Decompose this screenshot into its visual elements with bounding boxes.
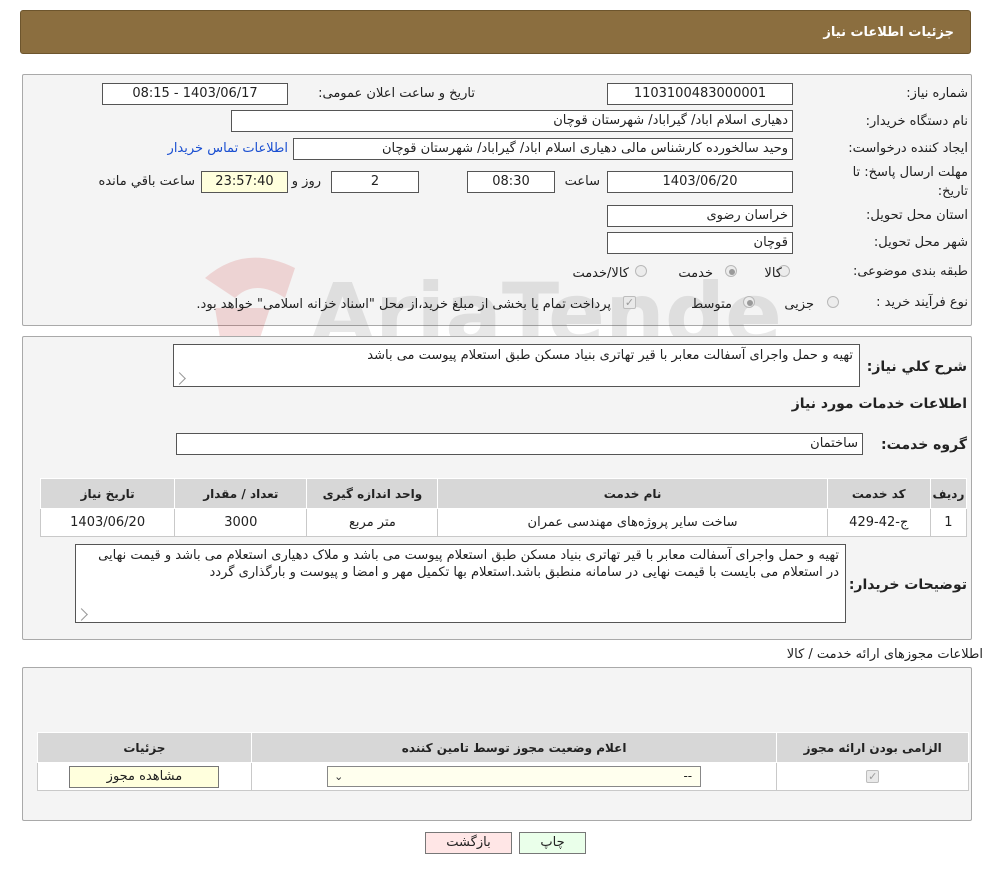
- announce-datetime-label: تاریخ و ساعت اعلان عمومی:: [318, 86, 475, 101]
- license-status-select[interactable]: -- ⌄: [327, 766, 702, 787]
- details-cell: مشاهده مجوز: [37, 762, 252, 791]
- deadline-date-field: 1403/06/20: [607, 171, 793, 193]
- summary-label: شرح کلي نياز:: [866, 359, 967, 375]
- days-label: روز و: [291, 174, 321, 189]
- back-button[interactable]: بازگشت: [425, 832, 512, 854]
- process-medium-radio[interactable]: [743, 296, 755, 308]
- requester-label: ایجاد کننده درخواست:: [848, 141, 968, 156]
- buyer-org-label: نام دستگاه خریدار:: [865, 114, 968, 129]
- buyer-contact-link[interactable]: اطلاعات تماس خریدار: [168, 141, 288, 156]
- announce-datetime-field: 1403/06/17 - 08:15: [102, 83, 288, 105]
- col-need-date-header: تاریخ نیاز: [39, 478, 176, 509]
- process-type-label: نوع فرآیند خرید :: [876, 295, 968, 310]
- treasury-payment-checkbox[interactable]: ✓: [623, 296, 636, 309]
- buyer-org-field: دهیاری اسلام اباد/ گیراباد/ شهرستان قوچا…: [231, 110, 793, 132]
- services-table-header: رديف کد خدمت نام خدمت واحد اندازه گیری ت…: [39, 478, 968, 509]
- category-label: طبقه بندی موضوعی:: [852, 264, 968, 279]
- category-goods-service-label: کالا/خدمت: [572, 266, 629, 281]
- process-medium-label: متوسط: [691, 297, 732, 312]
- summary-textarea: تهیه و حمل واجرای آسفالت معابر با قیر ته…: [173, 344, 860, 387]
- print-button[interactable]: چاپ: [519, 832, 586, 854]
- licenses-heading: اطلاعات مجوزهای ارائه خدمت / کالا: [786, 647, 983, 662]
- deadline-time-label: ساعت: [564, 174, 600, 189]
- deadline-date-label: تاریخ:: [937, 184, 968, 199]
- col-code-header: کد خدمت: [826, 478, 931, 509]
- license-status-value: --: [683, 769, 693, 783]
- city-field: قوچان: [607, 232, 793, 254]
- need-date-cell: 1403/06/20: [39, 508, 176, 537]
- treasury-payment-note: پرداخت تمام یا بخشی از مبلغ خرید،از محل …: [196, 297, 611, 312]
- services-heading: اطلاعات خدمات مورد نياز: [791, 396, 967, 412]
- licenses-table-header: الزامی بودن ارائه مجوز اعلام وضعیت مجوز …: [37, 732, 969, 763]
- col-quantity-header: تعداد / مقدار: [174, 478, 308, 509]
- category-service-radio[interactable]: [725, 265, 737, 277]
- page-header: جزئیات اطلاعات نیاز: [20, 10, 971, 54]
- col-unit-header: واحد اندازه گیری: [306, 478, 439, 509]
- process-minor-label: جزیی: [784, 297, 814, 312]
- category-goods-service-radio[interactable]: [635, 265, 647, 277]
- table-row: ✓ -- ⌄ مشاهده مجوز: [37, 762, 969, 791]
- service-name-cell: ساخت سایر پروژه‌های مهندسی عمران: [437, 508, 828, 537]
- license-required-cell: ✓: [776, 762, 969, 791]
- view-license-button[interactable]: مشاهده مجوز: [69, 765, 220, 788]
- license-status-cell: -- ⌄: [250, 762, 778, 791]
- service-code-cell: ج-42-429: [826, 508, 931, 537]
- category-goods-label: کالا: [764, 266, 782, 281]
- col-details-header: جزئیات: [37, 732, 252, 763]
- province-field: خراسان رضوی: [607, 205, 793, 227]
- province-label: استان محل تحویل:: [866, 208, 968, 223]
- need-number-field: 1103100483000001: [607, 83, 793, 105]
- services-table: رديف کد خدمت نام خدمت واحد اندازه گیری ت…: [39, 478, 968, 537]
- service-group-field: ساختمان: [176, 433, 863, 455]
- buyer-notes-textarea: تهیه و حمل واجرای آسفالت معابر با قیر ته…: [75, 544, 846, 623]
- deadline-label: مهلت ارسال پاسخ: تا: [852, 165, 968, 180]
- col-service-name-header: نام خدمت: [437, 478, 828, 509]
- deadline-time-field: 08:30: [467, 171, 555, 193]
- category-service-label: خدمت: [678, 266, 713, 281]
- chevron-down-icon: ⌄: [334, 770, 344, 783]
- quantity-cell: 3000: [174, 508, 308, 537]
- remaining-time-label: ساعت باقي مانده: [98, 174, 195, 189]
- page-title: جزئیات اطلاعات نیاز: [823, 25, 954, 40]
- city-label: شهر محل تحویل:: [873, 235, 968, 250]
- col-license-required-header: الزامی بودن ارائه مجوز: [776, 732, 969, 763]
- buyer-notes-label: توضيحات خريدار:: [848, 577, 967, 593]
- requester-field: وحید سالخورده کارشناس مالی دهیاری اسلام …: [293, 138, 793, 160]
- remaining-time-field: 23:57:40: [201, 171, 288, 193]
- need-number-label: شماره نیاز:: [906, 86, 968, 101]
- table-row: 1 ج-42-429 ساخت سایر پروژه‌های مهندسی عم…: [39, 508, 968, 537]
- days-remaining-field: 2: [331, 171, 419, 193]
- col-row-header: رديف: [929, 478, 968, 509]
- summary-text: تهیه و حمل واجرای آسفالت معابر با قیر ته…: [367, 348, 853, 363]
- licenses-table: الزامی بودن ارائه مجوز اعلام وضعیت مجوز …: [37, 732, 969, 791]
- buyer-notes-text: تهیه و حمل واجرای آسفالت معابر با قیر ته…: [98, 548, 839, 580]
- unit-cell: متر مربع: [306, 508, 439, 537]
- process-minor-radio[interactable]: [827, 296, 839, 308]
- service-group-label: گروه خدمت:: [881, 437, 967, 453]
- col-license-status-header: اعلام وضعیت مجوز توسط تامین کننده: [250, 732, 778, 763]
- row-number-cell: 1: [929, 508, 968, 537]
- license-required-checkbox[interactable]: ✓: [866, 770, 880, 783]
